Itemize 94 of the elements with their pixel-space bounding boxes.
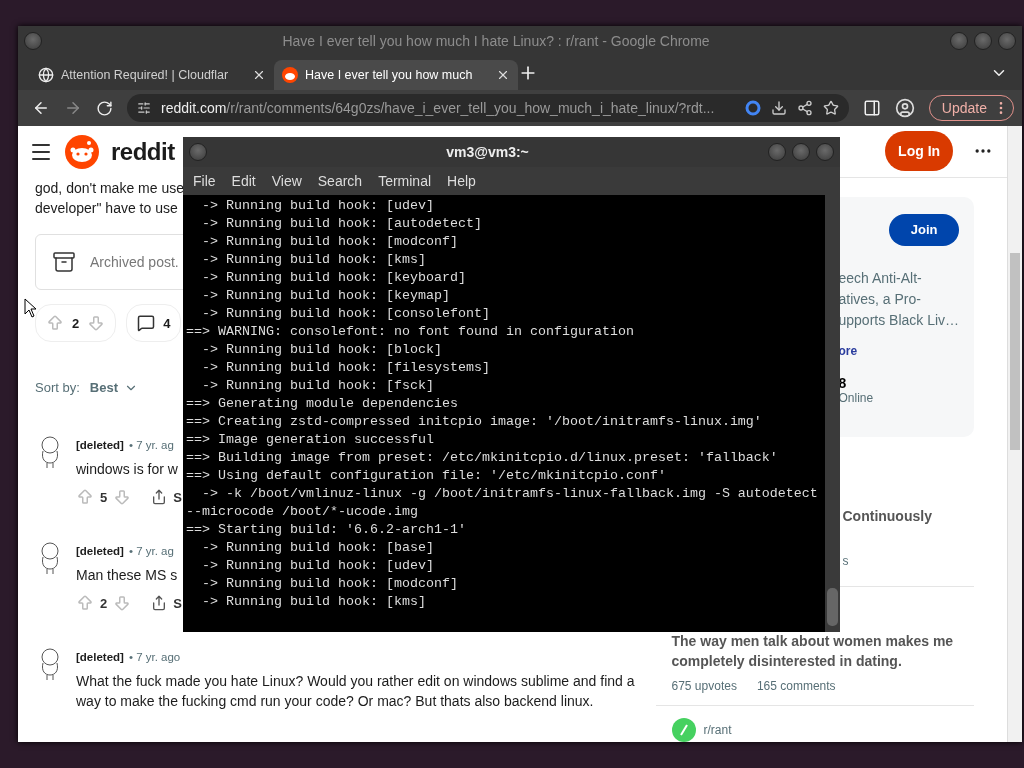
- menu-item[interactable]: View: [263, 173, 310, 189]
- post-text: developer" have to use: [35, 199, 178, 218]
- related-post-title[interactable]: Continuously: [842, 506, 975, 526]
- menu-item[interactable]: Help: [439, 173, 484, 189]
- comment-text: Man these MS s: [76, 566, 178, 585]
- maximize-button[interactable]: [792, 143, 810, 161]
- close-button[interactable]: [816, 143, 834, 161]
- share-icon[interactable]: [796, 100, 813, 116]
- reddit-wordmark[interactable]: reddit: [111, 138, 175, 166]
- comment-count: 165 comments: [756, 679, 836, 693]
- related-post-title[interactable]: The way men talk about women makes me completely disinterested in dating.: [671, 631, 975, 671]
- terminal-line: -> Running build hook: [udev]: [201, 557, 435, 575]
- terminal-line: -> Running build hook: [modconf]: [201, 575, 459, 593]
- globe-icon: [38, 67, 54, 83]
- share-label[interactable]: S: [173, 489, 182, 505]
- comment-icon: [137, 314, 156, 332]
- terminal-line: -> Running build hook: [autodetect]: [201, 215, 483, 233]
- terminal-line: -> Running build hook: [block]: [201, 341, 443, 359]
- terminal-line: ==> Generating module dependencies: [186, 395, 459, 413]
- terminal-line: -> Running build hook: [base]: [201, 539, 435, 557]
- star-icon[interactable]: [822, 100, 839, 116]
- comment-author[interactable]: [deleted]: [76, 439, 124, 451]
- terminal-line: ==> WARNING: consolefont: no font found in configuration: [186, 323, 635, 341]
- back-icon[interactable]: [32, 99, 50, 117]
- close-button[interactable]: [998, 32, 1016, 50]
- window-title: vm3@vm3:~: [445, 144, 530, 160]
- terminal-line: ==> Creating zstd-compressed initcpio image: '/boot/initramfs-linux.img': [186, 413, 763, 431]
- community-description: upports Black Liv…: [838, 310, 960, 330]
- terminal-line: -> Running build hook: [keyboard]: [201, 269, 467, 287]
- archive-icon: [52, 250, 76, 274]
- close-icon[interactable]: [496, 68, 510, 82]
- reddit-logo-icon: [65, 135, 99, 169]
- terminal-line: ==> Using default configuration file: '/etc/mkinitcpio.conf': [186, 467, 667, 485]
- terminal-line: -> Running build hook: [consolefont]: [201, 305, 491, 323]
- menu-item[interactable]: Edit: [223, 173, 264, 189]
- profile-icon[interactable]: [894, 98, 915, 118]
- window-menu-button[interactable]: [24, 32, 42, 50]
- community-description: eech Anti-Alt-: [838, 268, 923, 288]
- login-button[interactable]: Log In: [885, 131, 954, 172]
- terminal-line: -> Running build hook: [modconf]: [201, 233, 459, 251]
- side-panel-icon[interactable]: [862, 99, 881, 117]
- post-text: god, don't make me use: [35, 179, 184, 198]
- browser-tab[interactable]: Have I ever tell you how much: [274, 60, 518, 90]
- comment-age: • 7 yr. ag: [128, 439, 174, 451]
- share-label[interactable]: S: [173, 595, 182, 611]
- comment-author[interactable]: [deleted]: [76, 651, 124, 663]
- terminal-line: ==> Starting build: '6.6.2-arch1-1': [186, 521, 467, 539]
- comment-age: • 7 yr. ag: [128, 545, 174, 557]
- comments-button[interactable]: 4: [126, 304, 182, 342]
- scrollbar[interactable]: [825, 195, 840, 632]
- community-description: atives, a Pro-: [838, 289, 922, 309]
- comment-text: windows is for w: [76, 460, 178, 479]
- close-icon[interactable]: [252, 68, 266, 82]
- share-icon[interactable]: [151, 595, 168, 611]
- reddit-logo-icon: [282, 67, 298, 83]
- window-menu-button[interactable]: [189, 143, 207, 161]
- minimize-button[interactable]: [950, 32, 968, 50]
- terminal-line: -> Running build hook: [filesystems]: [201, 359, 491, 377]
- terminal-line: ==> Building image from preset: /etc/mkinitcpio.d/linux.preset: 'fallback': [186, 449, 779, 467]
- comment-text: What the fuck made you hate Linux? Would you rather edit on windows sublime and find a way to make the fucking cmd run your code? Or mac? But thats also backend linux.: [76, 672, 636, 711]
- window-title: Have I ever tell you how much I hate Linux? : r/rant - Google Chrome: [281, 33, 711, 49]
- url-text: reddit.com/r/rant/comments/64g0zs/have_i_ever_tell_you_how_much_i_hate_linux/?rdt...: [161, 100, 716, 116]
- join-button[interactable]: Join: [889, 213, 960, 246]
- terminal-line: -> Running build hook: [kms]: [201, 251, 427, 269]
- comment-age: • 7 yr. ago: [128, 651, 181, 663]
- share-icon[interactable]: [151, 489, 168, 505]
- terminal-line: ==> Image generation successful: [186, 431, 435, 449]
- related-post-meta: s: [842, 554, 849, 568]
- comment-author[interactable]: [deleted]: [76, 545, 124, 557]
- vote-count: 2: [100, 595, 108, 611]
- sort-label: Sort by:: [35, 380, 80, 395]
- download-icon[interactable]: [770, 100, 787, 116]
- scrollbar[interactable]: [1007, 126, 1022, 742]
- terminal-line: -> Running build hook: [keymap]: [201, 287, 451, 305]
- maximize-button[interactable]: [974, 32, 992, 50]
- sort-dropdown[interactable]: Best: [89, 380, 138, 395]
- vote-count: 5: [100, 489, 108, 505]
- terminal-line: -> Running build hook: [fsck]: [201, 377, 435, 395]
- minimize-button[interactable]: [768, 143, 786, 161]
- community-name[interactable]: r/rant: [703, 723, 732, 737]
- forward-icon[interactable]: [64, 99, 82, 117]
- terminal-line: --microcode /boot/*-ucode.img: [186, 503, 419, 521]
- reload-icon[interactable]: [96, 99, 113, 117]
- menu-item[interactable]: Terminal: [370, 173, 440, 189]
- terminal-line: -> -k /boot/vmlinuz-linux -g /boot/initramfs-linux-fallback.img -S autodetect: [201, 485, 819, 503]
- menu-item[interactable]: Search: [309, 173, 371, 189]
- menu-item[interactable]: File: [185, 173, 224, 189]
- mouse-pointer-icon: [24, 298, 38, 318]
- upvote-count: 675 upvotes: [671, 679, 737, 693]
- terminal-line: -> Running build hook: [kms]: [201, 593, 427, 611]
- terminal-line: -> Running build hook: [udev]: [201, 197, 435, 215]
- tune-icon[interactable]: [137, 101, 151, 115]
- browser-tab[interactable]: Attention Required! | Cloudflar: [30, 60, 274, 90]
- address-bar[interactable]: reddit.com/r/rant/comments/64g0zs/have_i_ever_tell_you_how_much_i_hate_linux/?rdt...: [127, 94, 849, 122]
